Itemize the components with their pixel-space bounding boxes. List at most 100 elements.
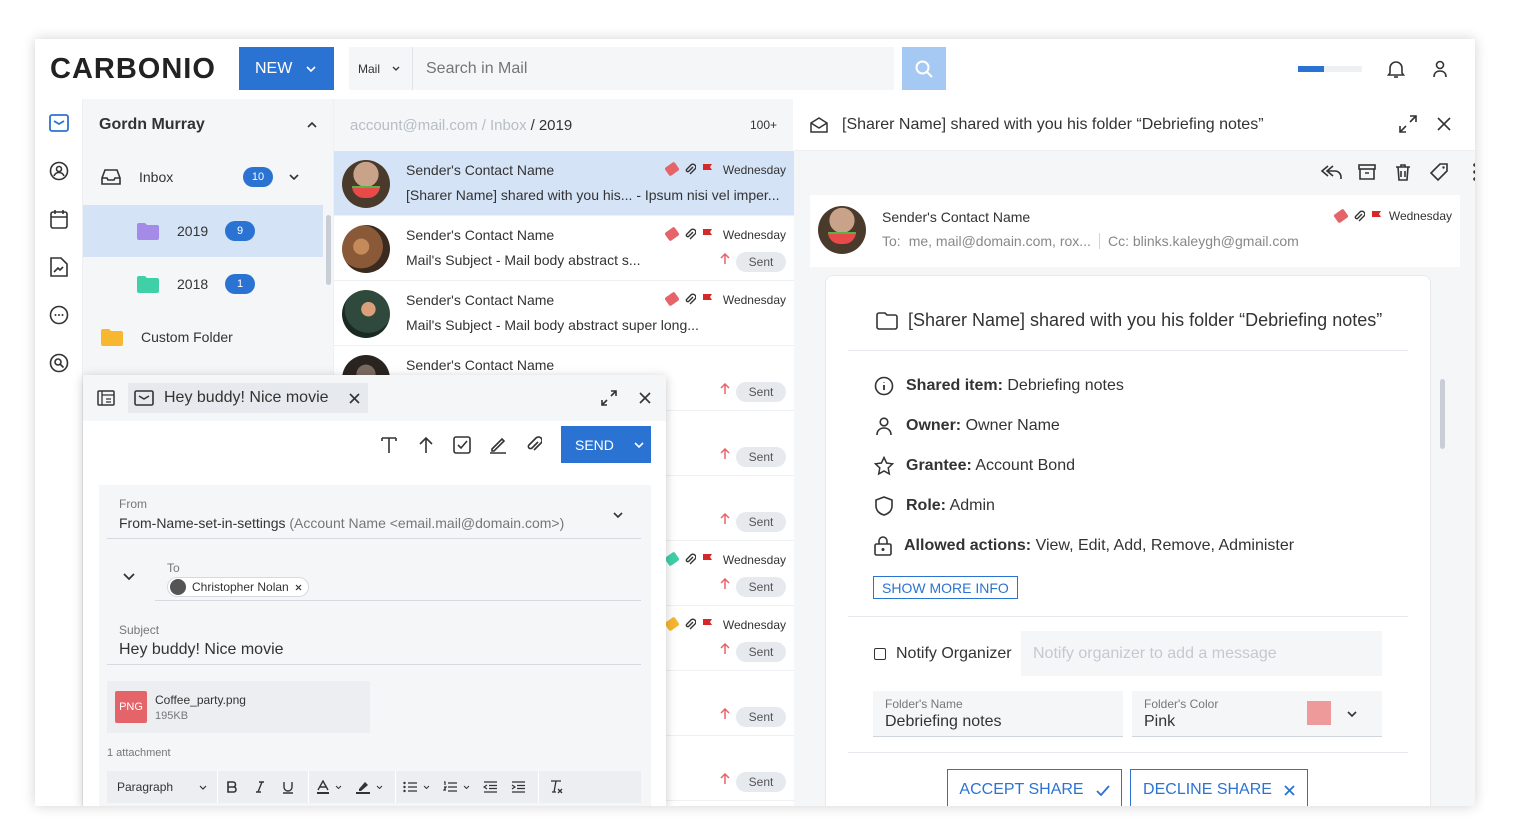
rail-files[interactable] [48,256,70,278]
user-menu-button[interactable] [1429,58,1451,80]
status-badge: Sent [736,382,786,402]
rail-contacts[interactable] [48,160,70,182]
text-format-icon[interactable] [381,436,397,454]
folder-scrollbar[interactable] [326,215,331,285]
chevron-down-icon [199,785,207,790]
recipient-chip[interactable]: Christopher Nolan [167,577,309,597]
from-select[interactable]: From From-Name-set-in-settings (Account … [107,493,641,539]
breadcrumb-account[interactable]: account@mail.com [350,117,478,134]
outdent-icon [483,781,497,793]
new-button[interactable]: NEW [239,47,334,90]
app-rail [35,99,83,806]
notifications-button[interactable] [1385,58,1407,80]
notify-checkbox[interactable] [874,648,886,660]
sent-arrow-icon [720,578,730,589]
list-item[interactable]: Sender's Contact Name Mail's Subject - M… [334,216,794,281]
breadcrumb-inbox[interactable]: Inbox [490,117,527,134]
subject-field[interactable]: Subject Hey buddy! Nice movie [107,619,641,665]
close-icon[interactable] [348,392,360,404]
search-scope-select[interactable]: Mail [349,47,413,90]
chevron-down-icon [376,785,382,789]
clear-format-button[interactable] [539,771,573,803]
rail-calendar[interactable] [48,208,70,230]
search-scope-label: Mail [358,61,381,76]
from-account: (Account Name <email.mail@domain.com>) [289,515,565,531]
info-label: Role: [906,497,946,514]
folder-custom[interactable]: Custom Folder [83,311,323,363]
chevron-down-icon[interactable] [289,174,299,180]
to-field[interactable]: To Christopher Nolan [155,557,641,601]
user-icon [876,417,892,436]
numbered-list-button[interactable] [436,771,476,803]
underline-button[interactable] [274,771,302,803]
expand-icon[interactable] [1399,115,1417,133]
show-more-info-button[interactable]: SHOW MORE INFO [873,576,1018,599]
read-receipt-icon[interactable] [453,436,471,454]
field-label: To [167,561,180,575]
breadcrumb-separator: / [481,116,486,134]
archive-button[interactable] [1356,161,1378,183]
folder-color-select[interactable]: Folder's Color Pink [1132,691,1382,737]
delete-button[interactable] [1392,161,1414,183]
signature-icon[interactable] [489,436,507,454]
bold-button[interactable] [218,771,246,803]
notify-message-input[interactable]: Notify organizer to add a message [1021,631,1382,676]
chevron-down-icon[interactable] [123,573,135,581]
quota-progress-bar [1298,66,1362,72]
folder-inbox[interactable]: Inbox 10 [83,151,323,203]
folder-name-field[interactable]: Folder's Name Debriefing notes [873,691,1123,737]
outdent-button[interactable] [476,771,504,803]
composer-tab[interactable]: Hey buddy! Nice movie [128,383,368,413]
indent-button[interactable] [504,771,532,803]
folder-2019[interactable]: 2019 9 [83,205,323,257]
italic-button[interactable] [246,771,274,803]
text-color-button[interactable] [309,771,349,803]
paperclip-icon [685,228,696,240]
highlight-button[interactable] [349,771,389,803]
list-item[interactable]: Sender's Contact Name Mail's Subject - M… [334,281,794,346]
paragraph-select[interactable]: Paragraph [107,771,217,803]
account-header[interactable]: Gordn Murray [83,99,333,151]
folder-2018[interactable]: 2018 1 [83,258,323,310]
bullet-list-button[interactable] [396,771,436,803]
mail-app-icon [134,390,154,406]
expand-icon[interactable] [601,390,617,406]
close-icon[interactable] [295,584,302,591]
rail-search[interactable] [48,352,70,374]
rail-mail[interactable] [48,112,70,134]
contacts-icon [49,161,69,181]
tag-button[interactable] [1428,161,1450,183]
more-button[interactable] [1464,161,1475,183]
board-icon[interactable] [97,390,115,406]
reader-title: [Sharer Name] shared with you his folder… [842,115,1264,133]
mail-sender: Sender's Contact Name [406,227,555,243]
reply-button[interactable] [1320,161,1342,183]
avatar [170,579,186,595]
info-role: Role: Admin [874,496,995,516]
search-input[interactable] [413,59,894,78]
more-vertical-icon [1473,163,1475,181]
breadcrumb-folder: 2019 [538,116,573,134]
mail-subject: [Sharer Name] shared with you his... - I… [406,187,780,203]
search-button[interactable] [902,47,946,90]
flag-icon [703,554,712,565]
reader-toolbar [810,151,1475,195]
priority-icon[interactable] [419,436,433,454]
reader-scrollbar[interactable] [1440,379,1445,449]
paperclip-icon[interactable] [526,436,542,454]
composer-header: Hey buddy! Nice movie [83,375,666,421]
close-icon[interactable] [639,392,651,404]
attachment-item[interactable]: PNG Coffee_party.png 195KB [107,681,370,733]
paperclip-icon [685,618,696,630]
folder-label: Inbox [139,169,174,185]
list-item[interactable]: Sender's Contact Name [Sharer Name] shar… [334,151,794,216]
rail-chats[interactable] [48,304,70,326]
close-icon[interactable] [1437,117,1451,131]
send-button[interactable]: SEND [561,426,651,463]
flag-icon [703,294,712,305]
message-header: Sender's Contact Name To: me, mail@domai… [810,195,1460,267]
decline-share-button[interactable]: DECLINE SHARE [1130,769,1308,806]
to-label: To: [882,233,901,249]
accept-share-button[interactable]: ACCEPT SHARE [947,769,1122,806]
mail-open-icon [810,116,828,133]
